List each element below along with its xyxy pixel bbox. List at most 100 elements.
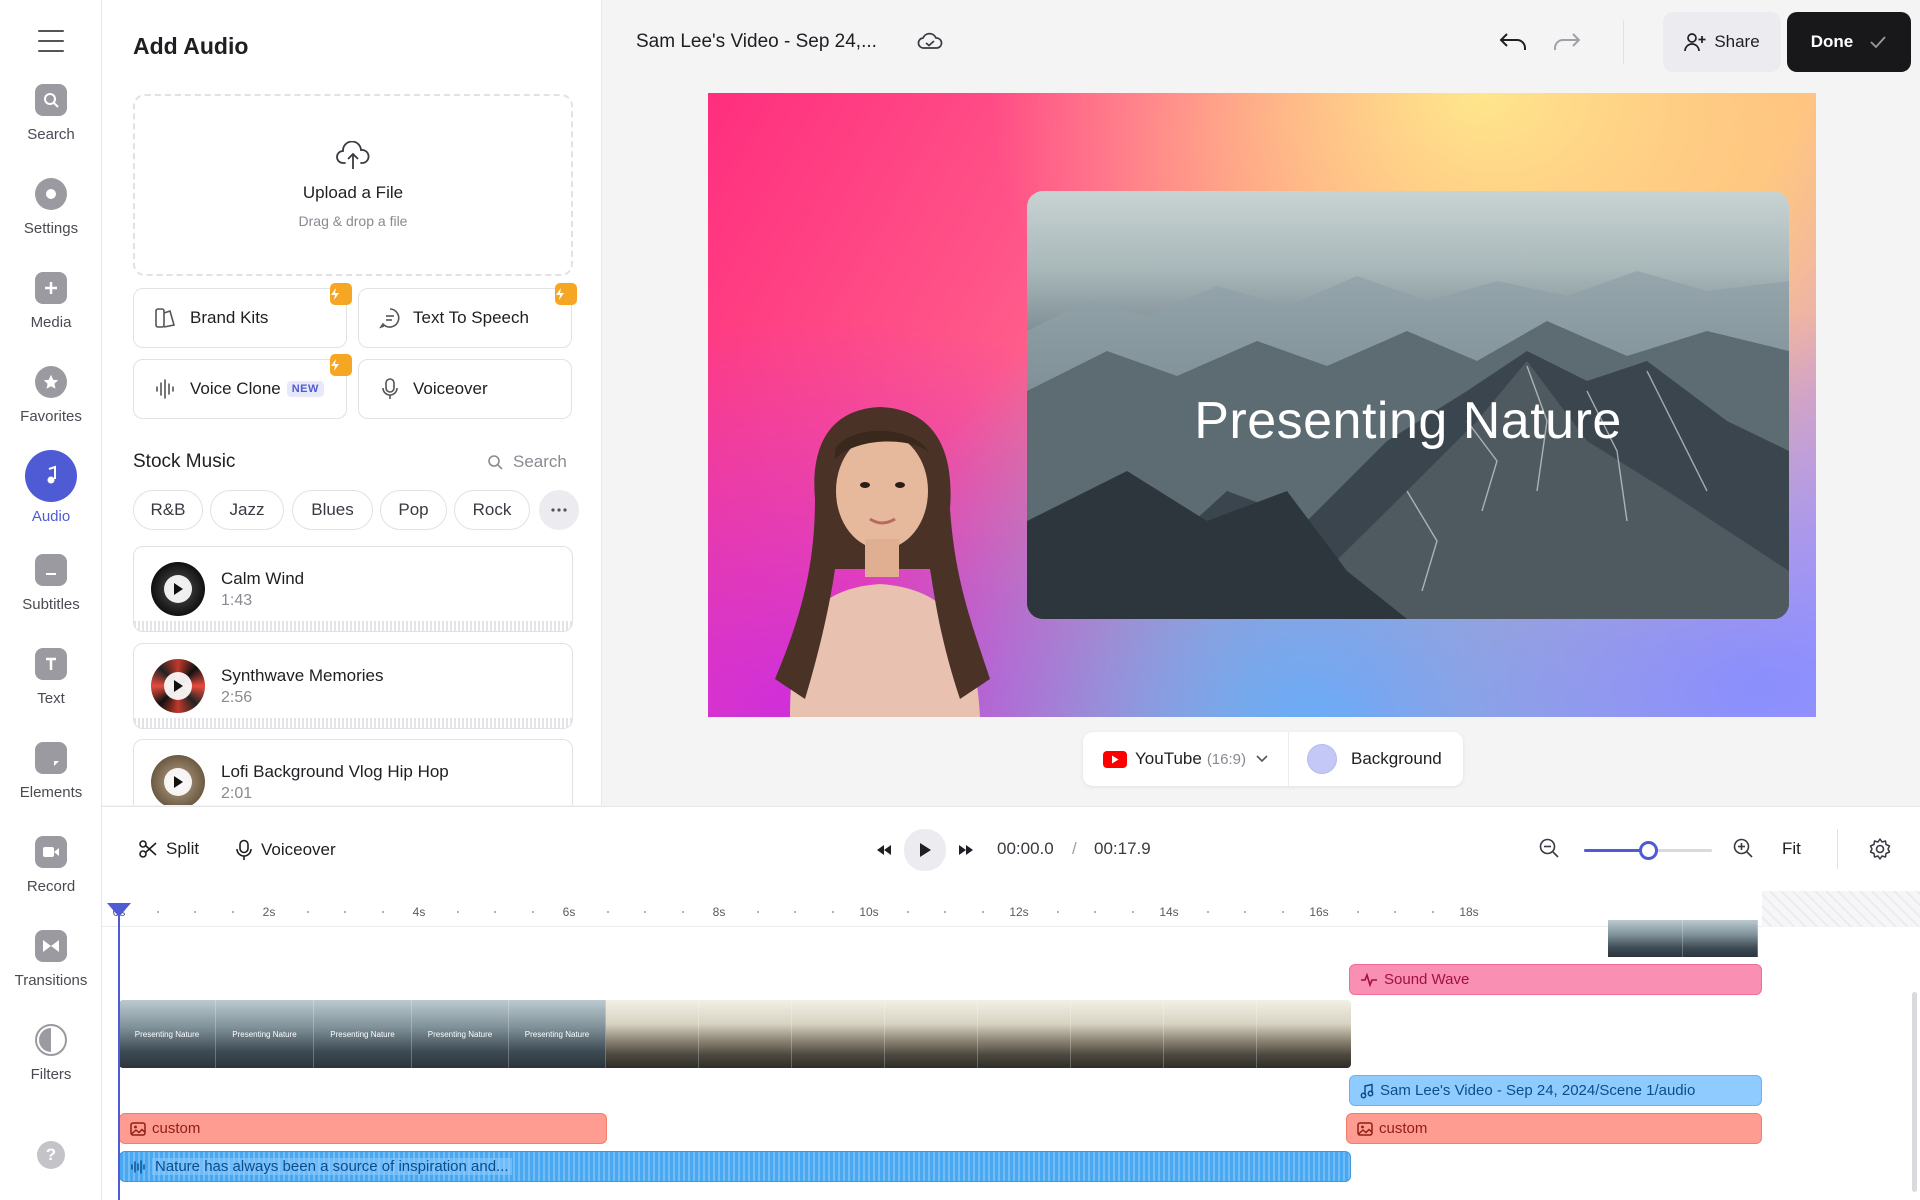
rewind-icon[interactable] <box>864 830 904 870</box>
help-icon[interactable]: ? <box>37 1141 65 1169</box>
clip-label: custom <box>152 1120 201 1137</box>
background-label: Background <box>1351 749 1442 768</box>
rail-item-text[interactable]: Text <box>0 648 102 707</box>
rail-item-media[interactable]: Media <box>0 272 102 331</box>
list-item[interactable]: Synthwave Memories 2:56 <box>133 643 573 729</box>
rail-item-subtitles[interactable]: Subtitles <box>0 554 102 613</box>
rail-item-favorites[interactable]: Favorites <box>0 366 102 425</box>
rail-item-elements[interactable]: Elements <box>0 742 102 801</box>
background-picker[interactable]: Background <box>1289 744 1442 774</box>
video-frame <box>606 1000 699 1068</box>
format-bar: YouTube (16:9) Background <box>1083 732 1463 786</box>
ruler-tick <box>831 911 834 913</box>
slide-title[interactable]: Presenting Nature <box>1027 391 1789 451</box>
list-item[interactable]: Calm Wind 1:43 <box>133 546 573 632</box>
genre-chip-jazz[interactable]: Jazz <box>210 490 284 530</box>
ruler-tick <box>306 911 309 913</box>
rail-item-transitions[interactable]: Transitions <box>0 930 102 989</box>
done-button[interactable]: Done <box>1787 12 1911 72</box>
frame-caption: Presenting Nature <box>524 1030 590 1039</box>
presenter-avatar[interactable] <box>720 379 1040 717</box>
list-item[interactable]: Lofi Background Vlog Hip Hop 2:01 <box>133 739 573 805</box>
genre-chip-blues[interactable]: Blues <box>292 490 373 530</box>
hamburger-menu-icon[interactable] <box>38 30 64 52</box>
settings-icon <box>35 178 67 210</box>
slide-image[interactable]: Presenting Nature <box>1027 191 1789 619</box>
video-thumbnail-strip[interactable] <box>1608 920 1758 957</box>
voice-audio-clip[interactable]: Nature has always been a source of inspi… <box>119 1151 1351 1182</box>
play-icon[interactable] <box>164 768 192 796</box>
frame-caption: Presenting Nature <box>232 1030 297 1039</box>
genre-chip-rnb[interactable]: R&B <box>133 490 203 530</box>
play-icon[interactable] <box>164 672 192 700</box>
ruler-tick-label: 10s <box>859 905 879 919</box>
video-frame: Presenting Nature <box>119 1000 216 1068</box>
ruler-tick-label: 18s <box>1459 905 1479 919</box>
rail-label: Media <box>30 314 72 331</box>
ruler-tick <box>344 911 346 913</box>
voice-clone-button[interactable]: Voice Clone NEW <box>133 354 352 419</box>
playhead[interactable] <box>118 911 120 1200</box>
ruler-tick-label: 6s <box>562 905 576 919</box>
rail-item-filters[interactable]: Filters <box>0 1024 102 1083</box>
undo-icon[interactable] <box>1499 30 1529 54</box>
ruler-tick <box>1394 911 1396 913</box>
rail-item-settings[interactable]: Settings <box>0 178 102 237</box>
voiceover-label: Voiceover <box>261 840 336 859</box>
upload-dropzone[interactable]: Upload a File Drag & drop a file <box>133 94 573 276</box>
bolt-icon <box>555 283 577 305</box>
rail-item-search[interactable]: Search <box>0 84 102 143</box>
gear-icon[interactable] <box>1868 837 1892 861</box>
video-canvas[interactable]: Presenting Nature <box>708 93 1816 717</box>
main-video-strip[interactable]: Presenting Nature Presenting Nature Pres… <box>119 1000 1351 1068</box>
play-icon[interactable] <box>164 575 192 603</box>
fit-button[interactable]: Fit <box>1782 839 1801 859</box>
image-icon <box>130 1121 146 1136</box>
redo-icon[interactable] <box>1551 30 1581 54</box>
vertical-scrollbar[interactable] <box>1912 992 1917 1192</box>
zoom-in-icon[interactable] <box>1732 837 1754 859</box>
ruler-end-hatch <box>1762 891 1920 927</box>
custom-image-clip[interactable]: custom <box>119 1113 607 1144</box>
rail-label: Search <box>27 126 75 143</box>
share-button[interactable]: Share <box>1663 12 1781 72</box>
stock-search[interactable]: Search <box>487 452 567 472</box>
add-audio-panel: Add Audio Upload a File Drag & drop a fi… <box>102 0 602 805</box>
more-genres-button[interactable] <box>539 490 579 530</box>
play-icon <box>920 843 931 857</box>
youtube-icon <box>1103 750 1127 768</box>
video-frame <box>885 1000 978 1068</box>
fast-forward-icon[interactable] <box>946 830 986 870</box>
time-separator: / <box>1072 839 1077 858</box>
brand-kits-icon <box>155 308 176 328</box>
custom-image-clip[interactable]: custom <box>1346 1113 1762 1144</box>
zoom-slider-handle[interactable] <box>1638 841 1658 860</box>
sound-wave-clip[interactable]: Sound Wave <box>1349 964 1762 995</box>
clip-label: Sound Wave <box>1384 971 1470 988</box>
timeline-voiceover-button[interactable]: Voiceover <box>235 839 336 861</box>
brand-kits-button[interactable]: Brand Kits <box>133 283 352 348</box>
rail-item-audio[interactable]: Audio <box>0 450 102 525</box>
scene-audio-clip[interactable]: Sam Lee's Video - Sep 24, 2024/Scene 1/a… <box>1349 1075 1762 1106</box>
ruler-tick <box>231 911 234 913</box>
project-title[interactable]: Sam Lee's Video - Sep 24,... <box>636 31 877 53</box>
ruler-tick <box>644 911 646 913</box>
text-to-speech-button[interactable]: Text To Speech <box>358 283 577 348</box>
rail-label: Record <box>26 878 76 895</box>
zoom-out-icon[interactable] <box>1538 837 1560 859</box>
voiceover-button[interactable]: Voiceover <box>358 359 572 419</box>
play-button[interactable] <box>904 829 946 871</box>
aspect-ratio-dropdown[interactable]: YouTube (16:9) <box>1083 732 1289 786</box>
video-frame <box>699 1000 792 1068</box>
text-to-speech-icon <box>379 308 400 329</box>
ruler-tick <box>906 911 909 913</box>
zoom-slider[interactable] <box>1584 841 1712 860</box>
new-badge: NEW <box>286 381 324 397</box>
rail-item-record[interactable]: Record <box>0 836 102 895</box>
split-button[interactable]: Split <box>138 839 199 859</box>
frame-caption: Presenting Nature <box>330 1030 395 1039</box>
divider <box>1837 829 1838 869</box>
video-frame <box>978 1000 1071 1068</box>
genre-chip-rock[interactable]: Rock <box>454 490 530 530</box>
genre-chip-pop[interactable]: Pop <box>380 490 447 530</box>
